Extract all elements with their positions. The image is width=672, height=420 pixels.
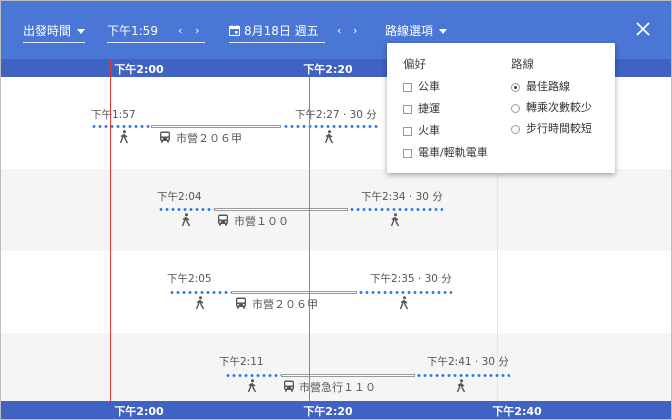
route-name: 市營急行１１０ <box>299 381 376 394</box>
arrive-time: 下午2:27 · 30 分 <box>295 109 377 121</box>
arrive-time: 下午2:41 · 30 分 <box>427 356 509 368</box>
close-icon[interactable] <box>633 19 653 39</box>
walk-segment <box>91 125 151 128</box>
option-label: 電車/輕軌電車 <box>418 146 488 159</box>
selected-time-line <box>309 77 310 401</box>
route-name: 市營２０６甲 <box>176 132 242 145</box>
arrive-time: 下午2:34 · 30 分 <box>361 191 443 203</box>
walk-segment <box>283 125 379 128</box>
time-input[interactable]: 下午1:59 <box>107 21 205 43</box>
route-title: 路線 <box>511 57 534 71</box>
route-options-panel: 偏好 路線 公車 捷運 火車 電車/輕軌電車 最佳路線 轉乘次數較少 步行時間較… <box>387 43 615 173</box>
walk-segment <box>416 374 510 377</box>
timeline-tick: 下午2:20 <box>303 405 353 418</box>
option-label: 公車 <box>418 80 440 93</box>
date-next-button[interactable]: › <box>353 21 357 41</box>
timeline-tick: 下午2:00 <box>114 405 164 418</box>
option-label: 最佳路線 <box>526 80 570 93</box>
depart-time: 下午2:04 <box>157 191 202 203</box>
route-best-radio[interactable]: 最佳路線 <box>511 80 570 94</box>
current-time-line <box>110 59 111 419</box>
depart-time: 下午2:11 <box>219 356 264 368</box>
calendar-icon <box>229 25 240 36</box>
route-options-dropdown[interactable]: 路線選項 <box>385 21 448 41</box>
depart-time: 下午2:05 <box>167 273 212 285</box>
prefer-train-checkbox[interactable]: 火車 <box>403 124 440 138</box>
walk-segment <box>158 208 214 211</box>
walk-icon <box>456 379 466 393</box>
transit-schedule-view: 出發時間 下午1:59 ‹ › 8月18日 週五 ‹ › 路線選項 下午2:00… <box>0 0 672 420</box>
prefer-tram-checkbox[interactable]: 電車/輕軌電車 <box>403 146 488 160</box>
timeline-tick: 下午2:00 <box>114 63 164 76</box>
chevron-down-icon <box>77 29 86 34</box>
depart-mode-dropdown[interactable]: 出發時間 <box>23 21 86 43</box>
depart-mode-label: 出發時間 <box>23 24 72 38</box>
walk-segment <box>349 208 443 211</box>
transit-segment <box>214 208 348 211</box>
option-label: 轉乘次數較少 <box>526 101 592 114</box>
bus-icon <box>284 380 294 392</box>
date-prev-button[interactable]: ‹ <box>337 21 341 41</box>
arrive-time: 下午2:35 · 30 分 <box>370 273 452 285</box>
route-name: 市營１００ <box>234 215 289 228</box>
route-options-label: 路線選項 <box>385 24 434 38</box>
walk-icon <box>390 213 400 227</box>
timeline-footer: 下午2:00 下午2:20 下午2:40 <box>1 401 671 419</box>
walk-icon <box>247 379 257 393</box>
time-next-button[interactable]: › <box>195 21 199 41</box>
option-label: 步行時間較短 <box>526 122 592 135</box>
transit-segment <box>281 374 415 377</box>
transit-segment <box>231 291 357 294</box>
walk-segment <box>169 291 231 294</box>
date-input[interactable]: 8月18日 週五 <box>229 21 325 43</box>
walk-segment <box>358 291 452 294</box>
prefer-title: 偏好 <box>403 57 426 71</box>
depart-time: 下午1:57 <box>91 109 136 121</box>
walk-segment <box>225 374 281 377</box>
timeline-tick: 下午2:40 <box>492 405 542 418</box>
timeline-tick: 下午2:20 <box>303 63 353 76</box>
option-label: 火車 <box>418 124 440 137</box>
option-label: 捷運 <box>418 102 440 115</box>
chevron-down-icon <box>439 29 448 34</box>
bus-icon <box>236 297 246 309</box>
walk-icon <box>324 130 334 144</box>
prefer-bus-checkbox[interactable]: 公車 <box>403 80 440 94</box>
bus-icon <box>160 131 170 143</box>
route-fewer-transfers-radio[interactable]: 轉乘次數較少 <box>511 101 592 115</box>
time-prev-button[interactable]: ‹ <box>178 21 182 41</box>
walk-icon <box>195 296 205 310</box>
walk-icon <box>119 130 129 144</box>
time-value: 下午1:59 <box>107 24 158 38</box>
route-less-walking-radio[interactable]: 步行時間較短 <box>511 122 592 136</box>
transit-segment <box>151 125 281 128</box>
walk-icon <box>399 296 409 310</box>
prefer-mrt-checkbox[interactable]: 捷運 <box>403 102 440 116</box>
bus-icon <box>218 214 228 226</box>
walk-icon <box>181 213 191 227</box>
date-value: 8月18日 週五 <box>244 24 319 38</box>
